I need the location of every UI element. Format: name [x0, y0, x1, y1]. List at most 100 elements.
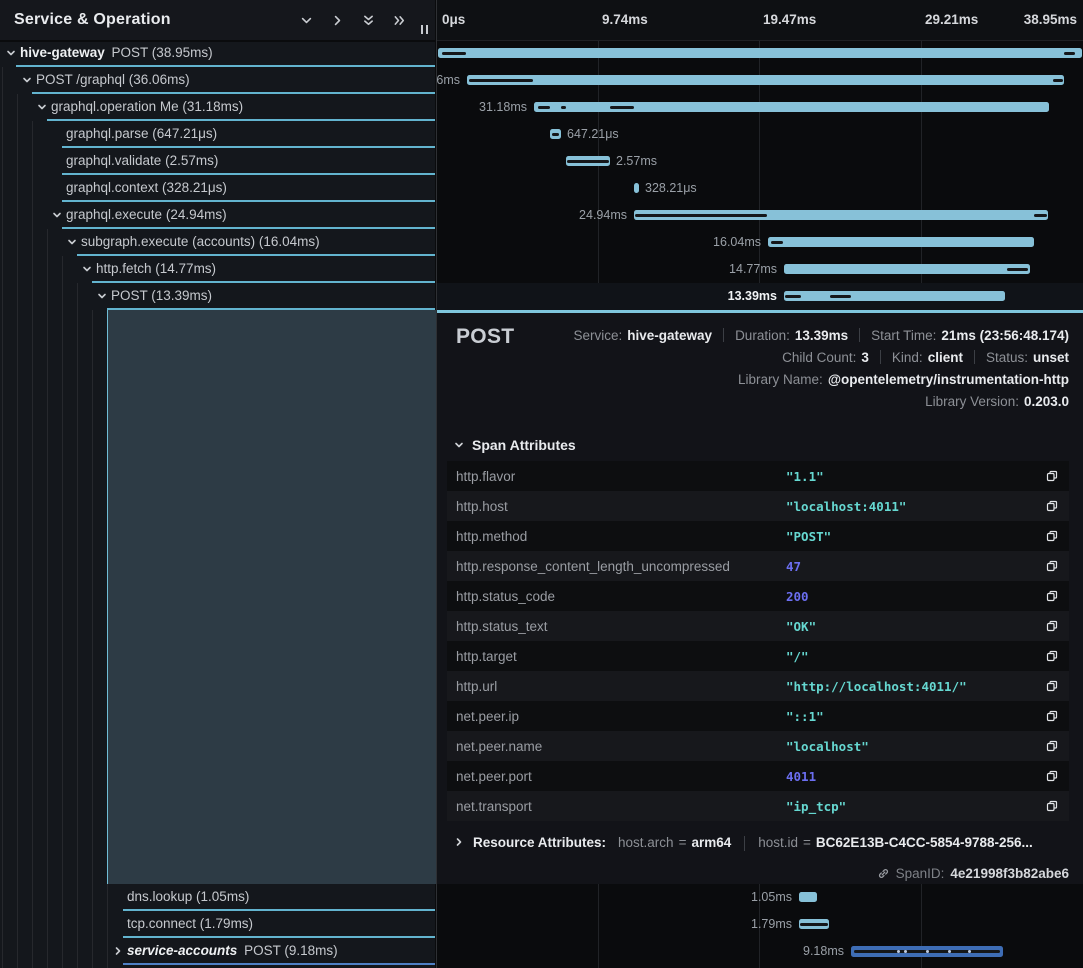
- tree-row[interactable]: dns.lookup (1.05ms): [0, 884, 435, 911]
- chevron-down-icon[interactable]: [67, 237, 77, 247]
- attribute-key: net.peer.port: [447, 769, 786, 784]
- copy-icon[interactable]: [1042, 706, 1062, 726]
- event-dot: [897, 950, 900, 953]
- attribute-row: net.transport"ip_tcp": [447, 791, 1069, 821]
- span-bar[interactable]: [634, 210, 1048, 220]
- meta-value: @opentelemetry/instrumentation-http: [828, 372, 1069, 387]
- meta-label: Start Time:: [871, 328, 936, 343]
- span-bar[interactable]: [784, 264, 1030, 274]
- timeline-pane: 0μs9.74ms19.47ms29.21ms38.95ms 36.06ms31…: [436, 0, 1083, 968]
- tree-row[interactable]: graphql.validate (2.57ms): [0, 148, 435, 175]
- copy-icon[interactable]: [1042, 556, 1062, 576]
- span-bar[interactable]: [851, 946, 1003, 957]
- span-attributes-header[interactable]: Span Attributes: [454, 437, 576, 453]
- timeline-tick-label: 9.74ms: [602, 12, 648, 27]
- copy-icon[interactable]: [1042, 616, 1062, 636]
- copy-icon[interactable]: [1042, 526, 1062, 546]
- duration-label: 16.04ms: [713, 235, 761, 249]
- chevron-right-icon[interactable]: [113, 946, 123, 956]
- span-name-label: POST (13.39ms): [111, 288, 212, 303]
- chevron-down-icon[interactable]: [299, 13, 314, 28]
- chevron-down-icon[interactable]: [37, 102, 47, 112]
- child-span-marker: [771, 241, 783, 244]
- double-chevron-right-icon[interactable]: [392, 13, 407, 28]
- copy-icon[interactable]: [1042, 796, 1062, 816]
- copy-icon[interactable]: [1042, 466, 1062, 486]
- tree-row[interactable]: POST (13.39ms): [0, 283, 435, 310]
- attribute-key: http.method: [447, 529, 786, 544]
- column-resize-handle[interactable]: [421, 25, 428, 34]
- tree-row[interactable]: graphql.execute (24.94ms): [0, 202, 435, 229]
- timeline-header: 0μs9.74ms19.47ms29.21ms38.95ms: [437, 0, 1083, 41]
- span-bar[interactable]: [438, 48, 1082, 58]
- chevron-right-icon[interactable]: [330, 13, 345, 28]
- tree-row[interactable]: service-accounts POST (9.18ms): [0, 938, 435, 965]
- tree-row[interactable]: subgraph.execute (accounts) (16.04ms): [0, 229, 435, 256]
- attribute-value: "1.1": [786, 469, 1042, 484]
- chevron-down-icon[interactable]: [22, 75, 32, 85]
- span-bar[interactable]: [784, 291, 1005, 301]
- copy-icon[interactable]: [1042, 586, 1062, 606]
- resource-attributes-title: Resource Attributes:: [473, 835, 606, 850]
- double-chevron-down-icon[interactable]: [361, 13, 376, 28]
- span-bar[interactable]: [467, 75, 1064, 85]
- duration-label: 24.94ms: [579, 208, 627, 222]
- attribute-value: 4011: [786, 769, 1042, 784]
- attribute-row: http.url"http://localhost:4011/": [447, 671, 1069, 701]
- copy-icon[interactable]: [1042, 676, 1062, 696]
- copy-icon[interactable]: [1042, 736, 1062, 756]
- attribute-row: http.flavor"1.1": [447, 461, 1069, 491]
- copy-icon[interactable]: [1042, 496, 1062, 516]
- duration-label: 1.05ms: [751, 890, 792, 904]
- duration-label: 9.18ms: [803, 944, 844, 958]
- span-bar[interactable]: [550, 129, 561, 139]
- attribute-key: http.url: [447, 679, 786, 694]
- span-name-label: graphql.validate (2.57ms): [66, 153, 218, 168]
- span-name-label: dns.lookup (1.05ms): [127, 889, 249, 904]
- link-icon[interactable]: [877, 867, 890, 880]
- resource-equals: =: [803, 835, 811, 850]
- copy-icon[interactable]: [1042, 766, 1062, 786]
- span-bar[interactable]: [634, 183, 639, 193]
- tree-row[interactable]: graphql.parse (647.21μs): [0, 121, 435, 148]
- chevron-down-icon[interactable]: [52, 210, 62, 220]
- span-bar[interactable]: [768, 237, 1034, 247]
- meta-value: hive-gateway: [627, 328, 712, 343]
- tree-row[interactable]: tcp.connect (1.79ms): [0, 911, 435, 938]
- attribute-row: http.method"POST": [447, 521, 1069, 551]
- tree-row[interactable]: graphql.context (328.21μs): [0, 175, 435, 202]
- span-name-label: graphql.parse (647.21μs): [66, 126, 217, 141]
- attribute-row: http.status_code200: [447, 581, 1069, 611]
- tree-row[interactable]: POST /graphql (36.06ms): [0, 67, 435, 94]
- attribute-value: 200: [786, 589, 1042, 604]
- tree-row[interactable]: hive-gateway POST (38.95ms): [0, 40, 435, 67]
- span-name-label: hive-gateway POST (38.95ms): [20, 45, 213, 60]
- meta-value: 13.39ms: [795, 328, 848, 343]
- duration-label: 31.18ms: [479, 100, 527, 114]
- span-bar[interactable]: [799, 919, 829, 929]
- chevron-down-icon: [454, 437, 464, 453]
- chevron-down-icon[interactable]: [82, 264, 92, 274]
- attribute-value: "localhost:4011": [786, 499, 1042, 514]
- span-name-label: graphql.execute (24.94ms): [66, 207, 227, 222]
- meta-value: 21ms (23:56:48.174): [941, 328, 1069, 343]
- duration-label: 1.79ms: [751, 917, 792, 931]
- span-name-label: POST /graphql (36.06ms): [36, 72, 190, 87]
- span-name-label: http.fetch (14.77ms): [96, 261, 216, 276]
- child-span-marker: [830, 295, 851, 298]
- tree-row[interactable]: http.fetch (14.77ms): [0, 256, 435, 283]
- span-bar[interactable]: [566, 156, 610, 166]
- tree-row[interactable]: graphql.operation Me (31.18ms): [0, 94, 435, 121]
- resource-attributes-row[interactable]: Resource Attributes: host.arch=arm64host…: [454, 835, 1033, 851]
- chevron-down-icon[interactable]: [97, 291, 107, 301]
- detail-meta-line: Service:hive-gatewayDuration:13.39msStar…: [573, 324, 1069, 346]
- attribute-row: net.peer.name"localhost": [447, 731, 1069, 761]
- span-bar[interactable]: [799, 892, 817, 902]
- chevron-down-icon[interactable]: [6, 48, 16, 58]
- copy-icon[interactable]: [1042, 646, 1062, 666]
- child-span-marker: [1064, 52, 1075, 55]
- resource-key: host.arch: [618, 835, 674, 850]
- span-bar[interactable]: [534, 102, 1049, 112]
- span-name-label: tcp.connect (1.79ms): [127, 916, 253, 931]
- meta-divider: [880, 350, 881, 364]
